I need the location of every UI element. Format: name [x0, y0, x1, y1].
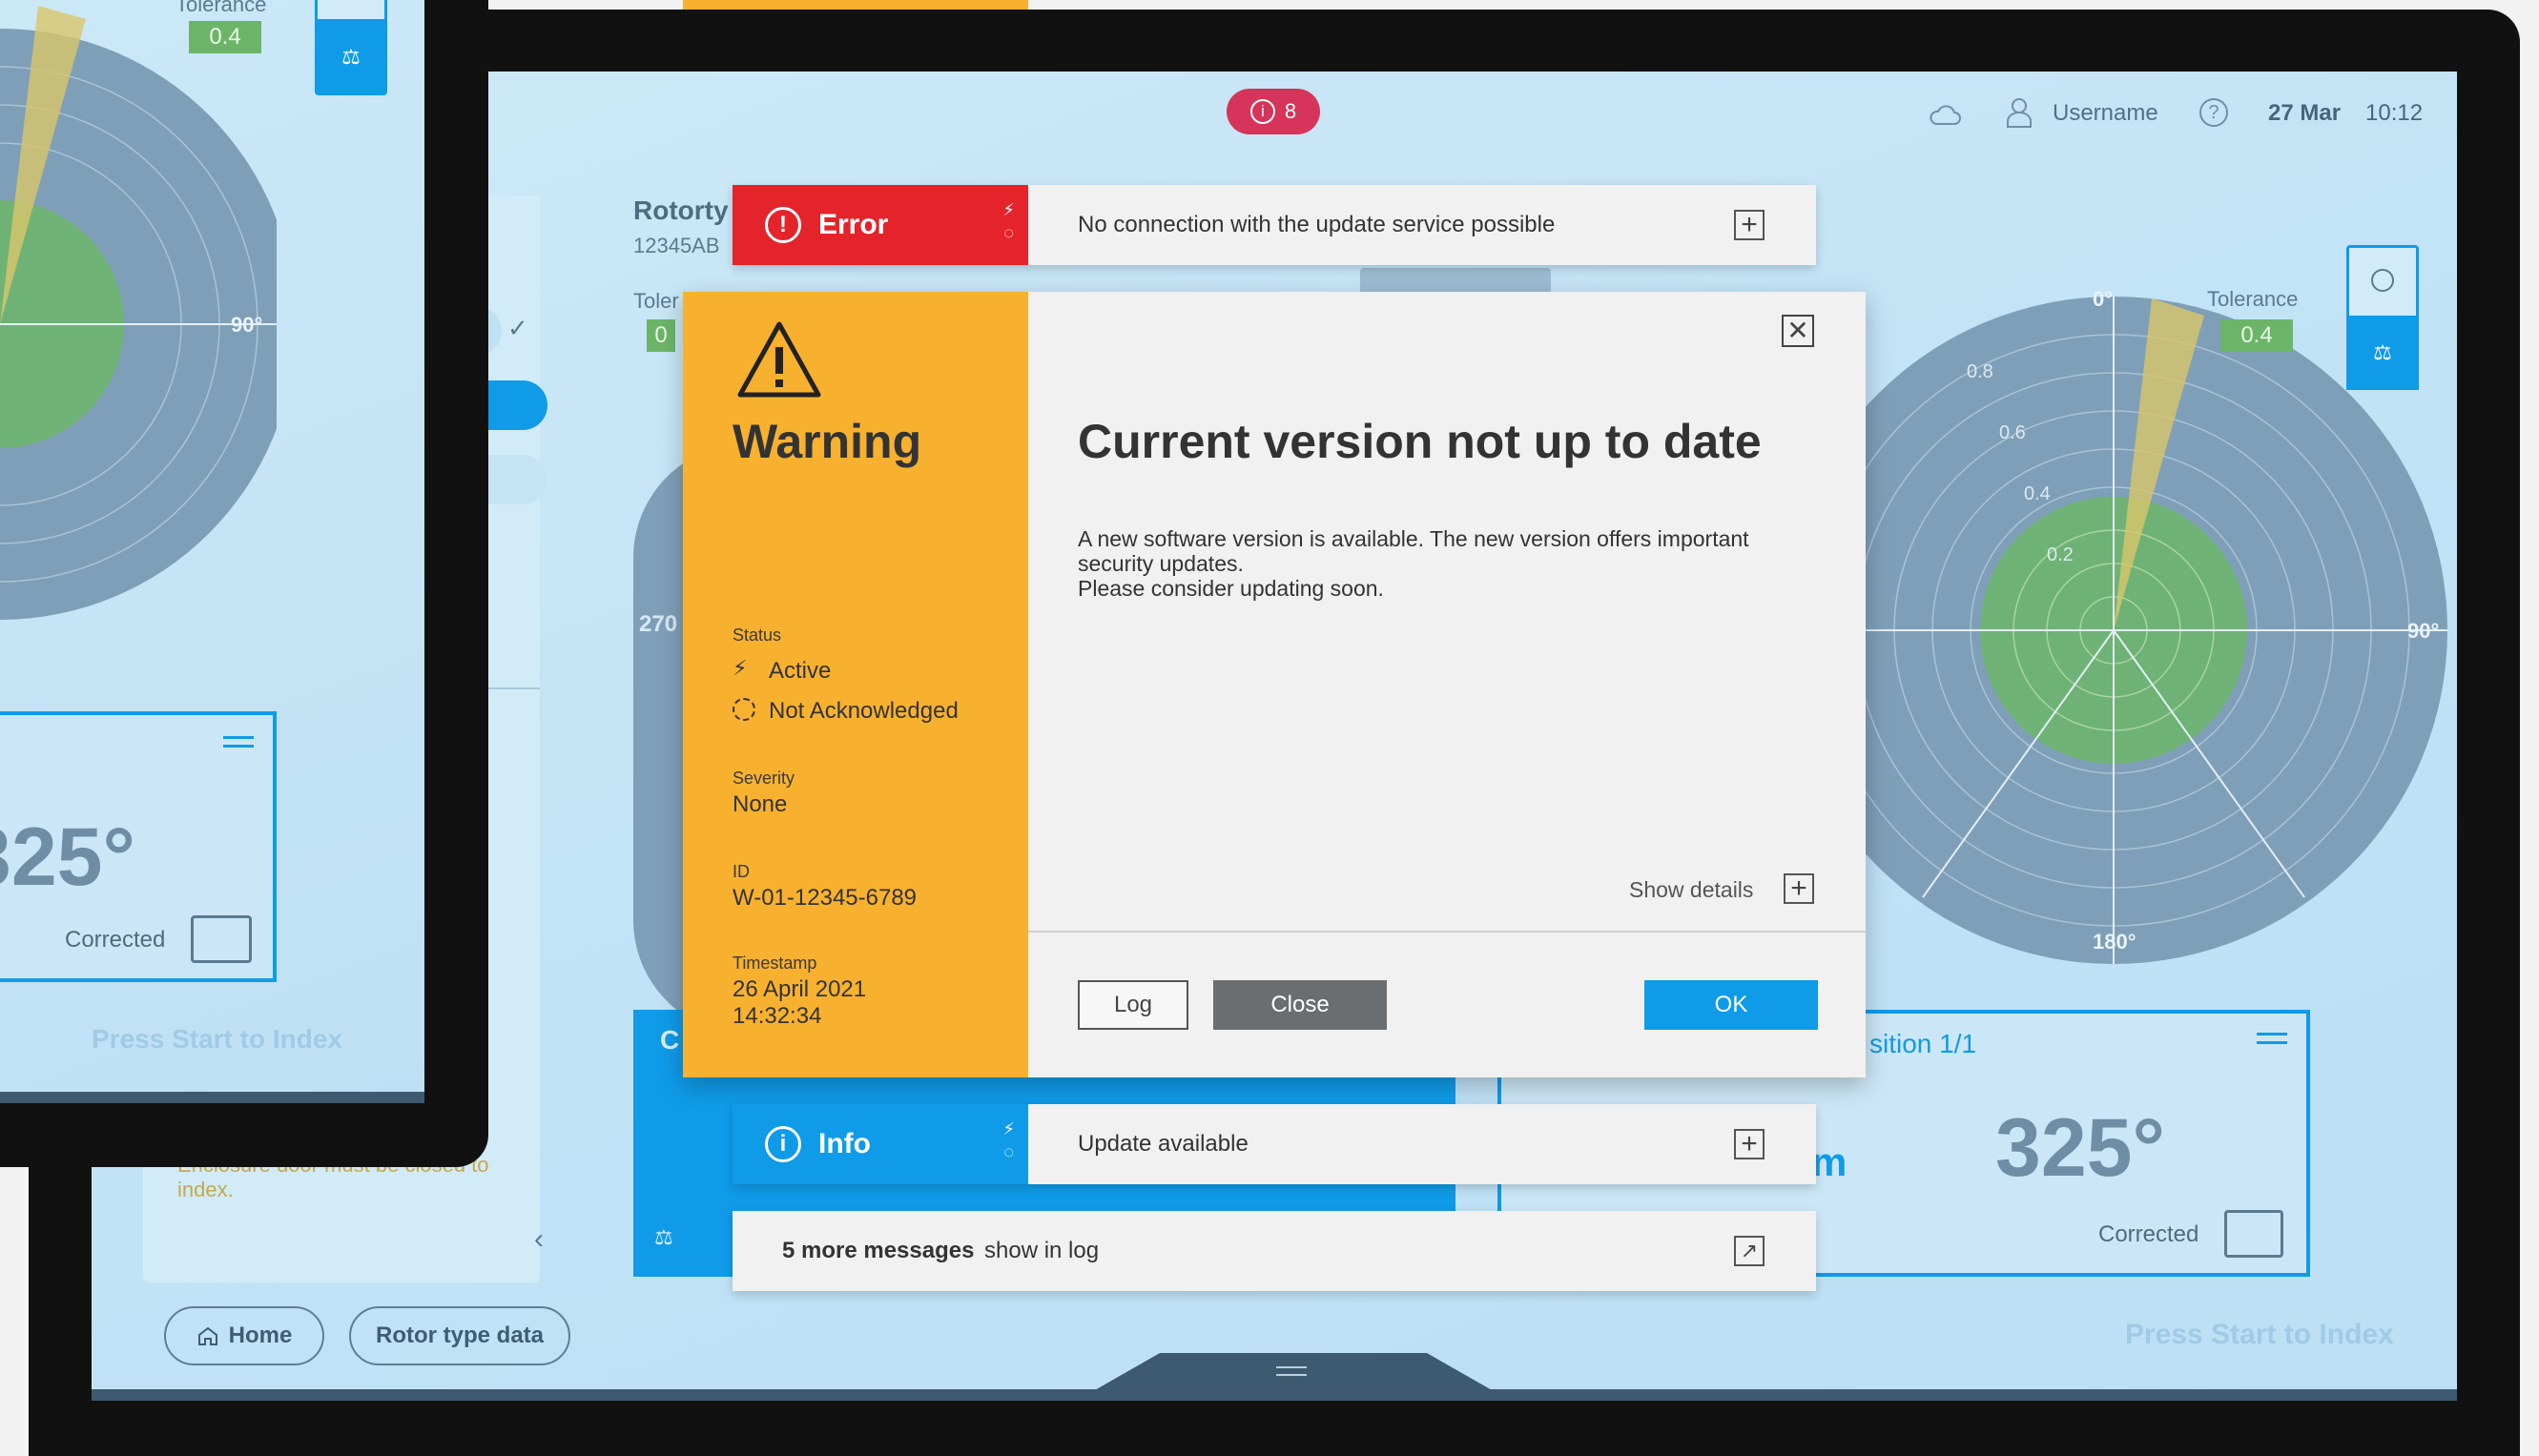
warning-accent-strip	[683, 0, 1028, 10]
corrected-checkbox[interactable]	[2224, 1210, 2283, 1258]
open-external-icon[interactable]: ↗	[1734, 1236, 1765, 1266]
more-messages-bar[interactable]: 5 more messages show in log ↗	[733, 1211, 1816, 1291]
view-toggle[interactable]: ⚖	[2346, 245, 2419, 390]
error-tag: ! Error ⚡ ◌	[733, 185, 1028, 265]
error-icon: !	[765, 207, 801, 243]
dialog-divider	[1028, 931, 1866, 933]
ok-button[interactable]: OK	[1644, 980, 1818, 1030]
info-icon: i	[1249, 99, 1275, 124]
left-polar-label-90: 90°	[231, 313, 263, 337]
dialog-title: Current version not up to date	[1078, 415, 1762, 468]
angle-value: 325°	[1995, 1102, 2165, 1194]
tolerance-badge: 0.4	[2220, 319, 2293, 352]
time: 10:12	[2365, 100, 2424, 126]
status-active: Active	[769, 658, 832, 684]
position-title: sition 1/1	[1869, 1029, 1977, 1058]
rotor-type-button[interactable]: Rotor type data	[349, 1306, 570, 1365]
cloud-icon[interactable]	[1929, 104, 1961, 127]
drawer-grip-icon[interactable]	[1276, 1366, 1307, 1376]
error-message: No connection with the update service po…	[1078, 212, 1556, 237]
id-value: W-01-12345-6789	[733, 885, 918, 911]
left-menu-icon[interactable]	[223, 736, 254, 748]
show-in-log-link[interactable]: show in log	[984, 1238, 1099, 1264]
show-details-label[interactable]: Show details	[1629, 877, 1753, 903]
secondary-screen: Tolerance 0.4 ⚖ 90° 325° Corrected Press…	[0, 0, 424, 1103]
polar-label-180: 180°	[2093, 930, 2136, 954]
home-button[interactable]: Home	[164, 1306, 324, 1365]
info-circle-icon: i	[765, 1126, 801, 1162]
polar-label-r04: 0.4	[2024, 483, 2051, 504]
info-title: Info	[818, 1128, 871, 1159]
dialog-content: ✕ Current version not up to date A new s…	[1028, 292, 1866, 1077]
polar-label-90: 90°	[2407, 619, 2440, 643]
help-icon[interactable]: ?	[2199, 98, 2228, 127]
error-title: Error	[818, 209, 889, 240]
alerts-badge[interactable]: i 8	[1227, 89, 1320, 134]
date: 27 Mar	[2268, 100, 2342, 126]
info-message: Update available	[1078, 1131, 1249, 1157]
warning-dialog: Warning Status ⚡ Active Not Acknowledged…	[683, 292, 1866, 1077]
polar-label-r08: 0.8	[1967, 361, 1993, 382]
info-notification[interactable]: i Info ⚡ ◌ Update available +	[733, 1104, 1816, 1184]
left-view-toggle[interactable]: ⚖	[315, 0, 387, 95]
dialog-body-line2: Please consider updating soon.	[1078, 576, 1384, 601]
expand-icon[interactable]: +	[1734, 210, 1765, 240]
id-label: ID	[733, 862, 750, 881]
show-details-expand-icon[interactable]: +	[1784, 873, 1814, 904]
polar-chart	[1780, 297, 2447, 964]
home-label: Home	[228, 1323, 293, 1348]
timestamp-label: Timestamp	[733, 954, 817, 973]
timestamp-time: 14:32:34	[733, 1003, 822, 1029]
left-balance-view-button[interactable]: ⚖	[318, 19, 384, 92]
menu-icon[interactable]	[2257, 1033, 2287, 1044]
log-button[interactable]: Log	[1078, 980, 1188, 1030]
corrected-label: Corrected	[2098, 1221, 2199, 1247]
status-label: Status	[733, 625, 782, 645]
info-expand-icon[interactable]: +	[1734, 1129, 1765, 1159]
status-ack: Not Acknowledged	[769, 698, 959, 724]
close-icon[interactable]: ✕	[1782, 315, 1814, 347]
active-icon: ⚡	[733, 656, 748, 680]
balance-icon: ⚖	[654, 1225, 673, 1249]
severity-label: Severity	[733, 769, 795, 788]
tolerance-badge-partial: 0	[647, 319, 675, 352]
tolerance-label: Tolerance	[2207, 287, 2299, 311]
balance-view-button[interactable]: ⚖	[2346, 316, 2419, 390]
left-corrected-label: Corrected	[65, 927, 166, 953]
polar-label-270: 270	[639, 611, 678, 637]
not-acknowledged-icon	[733, 698, 755, 721]
left-press-start-label: Press Start to Index	[92, 1024, 342, 1054]
user-icon[interactable]	[2005, 96, 2033, 129]
collapse-icon[interactable]: ‹	[534, 1223, 544, 1256]
more-messages-count: 5 more messages	[782, 1238, 975, 1263]
polar-label-r06: 0.6	[1999, 422, 2026, 443]
mass-card-label-partial: C	[660, 1025, 680, 1055]
close-button[interactable]: Close	[1213, 980, 1387, 1030]
warning-type: Warning	[733, 415, 922, 468]
rotor-id: 12345AB	[633, 234, 720, 257]
info-state-icons: ⚡ ◌	[1002, 1119, 1015, 1161]
info-tag: i Info ⚡ ◌	[733, 1104, 1028, 1184]
circle-view-icon[interactable]	[2371, 269, 2394, 292]
dialog-body-line1: A new software version is available. The…	[1078, 526, 1749, 576]
rotor-title: Rotorty	[633, 195, 729, 225]
polar-label-0: 0°	[2093, 287, 2114, 311]
alerts-count: 8	[1284, 99, 1297, 123]
severity-value: None	[733, 791, 788, 817]
home-icon	[197, 1326, 217, 1345]
left-corrected-checkbox[interactable]	[191, 915, 252, 963]
warning-sidebar: Warning Status ⚡ Active Not Acknowledged…	[683, 292, 1028, 1077]
error-notification[interactable]: ! Error ⚡ ◌ No connection with the update…	[733, 185, 1816, 265]
polar-label-r02: 0.2	[2047, 544, 2074, 565]
left-angle-value: 325°	[0, 811, 135, 903]
press-start-label: Press Start to Index	[2125, 1319, 2394, 1350]
username[interactable]: Username	[2053, 100, 2158, 127]
timestamp-date: 26 April 2021	[733, 976, 867, 1002]
tolerance-label-partial: Toler	[633, 289, 679, 313]
warning-triangle-icon	[737, 321, 821, 398]
error-state-icons: ⚡ ◌	[1002, 200, 1015, 242]
check-icon: ✓	[507, 314, 528, 342]
